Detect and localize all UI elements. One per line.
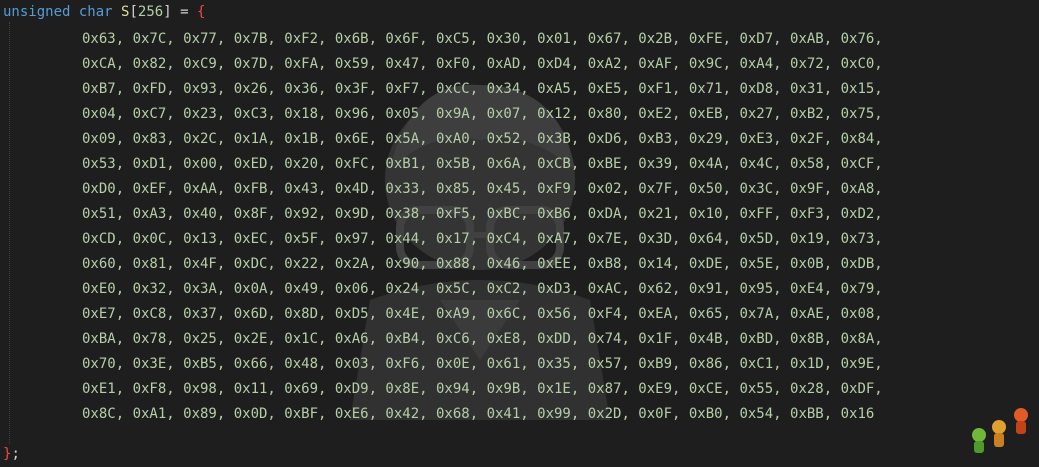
keyword-char: char bbox=[78, 4, 113, 20]
code-editor[interactable]: unsigned char S[256] = { 0x63, 0x7C, 0x7… bbox=[0, 0, 1039, 467]
table-row-0: 0x63, 0x7C, 0x77, 0x7B, 0xF2, 0x6B, 0x6F… bbox=[82, 31, 883, 47]
indent-guide bbox=[9, 22, 11, 444]
semicolon: ; bbox=[11, 446, 20, 462]
table-row-14: 0xE1, 0xF8, 0x98, 0x11, 0x69, 0xD9, 0x8E… bbox=[82, 381, 883, 397]
open-brace: { bbox=[196, 4, 206, 20]
cartoon-figures-sticker-icon bbox=[972, 408, 1028, 453]
assign-operator: = bbox=[171, 4, 197, 20]
array-size: 256 bbox=[137, 4, 164, 20]
table-row-15: 0x8C, 0xA1, 0x89, 0x0D, 0xBF, 0xE6, 0x42… bbox=[82, 406, 875, 422]
closing-line[interactable]: }; bbox=[3, 444, 20, 464]
table-row-7: 0x51, 0xA3, 0x40, 0x8F, 0x92, 0x9D, 0x38… bbox=[82, 206, 883, 222]
table-row-1: 0xCA, 0x82, 0xC9, 0x7D, 0xFA, 0x59, 0x47… bbox=[82, 56, 883, 72]
table-row-2: 0xB7, 0xFD, 0x93, 0x26, 0x36, 0x3F, 0xF7… bbox=[82, 81, 883, 97]
table-row-3: 0x04, 0xC7, 0x23, 0xC3, 0x18, 0x96, 0x05… bbox=[82, 106, 883, 122]
table-row-11: 0xE7, 0xC8, 0x37, 0x6D, 0x8D, 0xD5, 0x4E… bbox=[82, 306, 883, 322]
table-row-5: 0x53, 0xD1, 0x00, 0xED, 0x20, 0xFC, 0xB1… bbox=[82, 156, 883, 172]
table-row-12: 0xBA, 0x78, 0x25, 0x2E, 0x1C, 0xA6, 0xB4… bbox=[82, 331, 883, 347]
table-row-9: 0x60, 0x81, 0x4F, 0xDC, 0x22, 0x2A, 0x90… bbox=[82, 256, 883, 272]
table-row-6: 0xD0, 0xEF, 0xAA, 0xFB, 0x43, 0x4D, 0x33… bbox=[82, 181, 883, 197]
close-bracket: ] bbox=[163, 4, 172, 20]
table-row-8: 0xCD, 0x0C, 0x13, 0xEC, 0x5F, 0x97, 0x44… bbox=[82, 231, 883, 247]
table-row-13: 0x70, 0x3E, 0xB5, 0x66, 0x48, 0x03, 0xF6… bbox=[82, 356, 883, 372]
table-row-4: 0x09, 0x83, 0x2C, 0x1A, 0x1B, 0x6E, 0x5A… bbox=[82, 131, 883, 147]
open-bracket: [ bbox=[129, 4, 138, 20]
table-row-10: 0xE0, 0x32, 0x3A, 0x0A, 0x49, 0x06, 0x24… bbox=[82, 281, 883, 297]
declaration-line[interactable]: unsigned char S[256] = { bbox=[3, 2, 205, 22]
keyword-unsigned: unsigned bbox=[3, 4, 71, 20]
